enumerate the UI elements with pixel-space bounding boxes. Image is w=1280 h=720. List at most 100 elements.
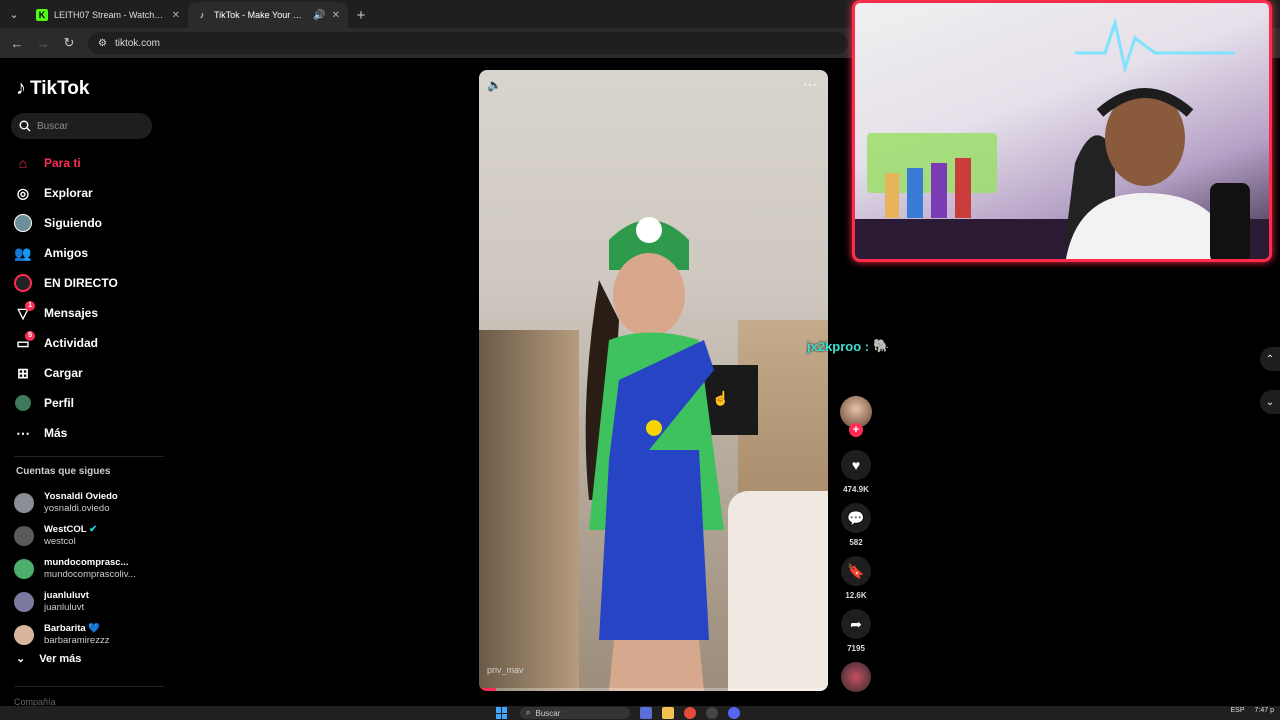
close-tab-icon[interactable]: ✕ <box>172 10 180 21</box>
tab-title: TikTok - Make Your Day <box>214 10 308 20</box>
follow-plus-icon[interactable]: + <box>849 423 863 437</box>
more-options-icon[interactable]: ⋯ <box>803 76 818 93</box>
nav-label: Para ti <box>44 156 81 170</box>
streamer-webcam-overlay <box>852 0 1272 262</box>
reload-button[interactable]: ↻ <box>58 32 80 54</box>
nav-item-mas[interactable]: ⋯ Más <box>14 418 164 448</box>
stream-chat-message: jx2kproo : 🐘 <box>807 338 889 354</box>
nav-item-siguiendo[interactable]: Siguiendo <box>14 208 164 238</box>
following-avatar-icon <box>14 214 32 232</box>
video-player[interactable]: 🔈 ⋯ priv_mav <box>479 70 828 691</box>
windows-taskbar: ⌕ Buscar ESP 7:47 p <box>0 706 1280 720</box>
home-icon: ⌂ <box>18 155 28 171</box>
upload-icon: ⊞ <box>17 364 29 381</box>
share-icon: ➦ <box>850 615 862 632</box>
compass-icon: ◎ <box>16 184 30 201</box>
profile-icon <box>14 394 32 412</box>
account-handle: westcol <box>44 535 76 547</box>
nav-item-amigos[interactable]: 👥 Amigos <box>14 238 164 268</box>
site-info-icon[interactable]: ⚙ <box>98 38 107 49</box>
chevron-down-icon: ⌄ <box>16 653 26 665</box>
music-disc-icon[interactable] <box>841 662 871 692</box>
nav-label: Mensajes <box>44 306 99 320</box>
activity-icon: ▭ 5 <box>14 331 35 352</box>
nav-item-para-ti[interactable]: ⌂ Para ti <box>14 148 164 178</box>
url-text: tiktok.com <box>114 37 160 49</box>
friends-icon: 👥 <box>14 244 32 261</box>
tiktok-logo-icon: ♪ <box>16 77 26 99</box>
heart-icon: ♥ <box>851 457 861 473</box>
kick-icon: K <box>36 9 48 21</box>
nav-label: Actividad <box>44 336 99 350</box>
avatar <box>14 525 34 546</box>
nav-item-explorar[interactable]: ◎ Explorar <box>14 178 164 208</box>
save-button[interactable]: 🔖 <box>841 556 871 586</box>
clock[interactable]: 7:47 p <box>1255 707 1274 714</box>
url-field[interactable]: ⚙ tiktok.com <box>88 32 848 54</box>
video-author-handle[interactable]: priv_mav <box>487 665 524 675</box>
video-progress-bar[interactable] <box>479 688 828 691</box>
collectible-figures <box>885 158 971 218</box>
creator-avatar[interactable]: + <box>840 396 872 437</box>
account-handle: barbaramirezzz <box>44 634 110 646</box>
obs-icon[interactable] <box>706 707 718 719</box>
chrome-icon[interactable] <box>684 707 696 719</box>
nav-label: Explorar <box>44 186 93 200</box>
search-input[interactable]: Buscar <box>11 113 152 139</box>
nav-item-perfil[interactable]: Perfil <box>14 388 164 418</box>
share-button[interactable]: ➦ <box>841 609 871 639</box>
account-handle: yosnaldi.oviedo <box>44 502 110 514</box>
chevron-down-icon: ⌄ <box>1265 396 1275 408</box>
taskbar-search[interactable]: ⌕ Buscar <box>520 707 630 719</box>
like-button[interactable]: ♥ <box>841 450 871 480</box>
back-button[interactable]: ← <box>6 32 28 54</box>
account-name: WestCOL <box>44 523 87 535</box>
video-progress-fill <box>479 688 497 691</box>
tab-search-button[interactable]: ⌄ <box>0 0 28 28</box>
verified-icon: ✔ <box>89 523 98 535</box>
forward-button[interactable]: → <box>32 32 54 54</box>
nav-item-mensajes[interactable]: ▽ 1 Mensajes <box>14 298 164 328</box>
tab-title: LEITH07 Stream - Watch Live o <box>54 10 166 20</box>
speaker-icon[interactable]: 🔊 <box>313 10 325 21</box>
avatar <box>14 591 34 612</box>
taskbar-search-label: Buscar <box>535 708 561 718</box>
volume-icon[interactable]: 🔈 <box>487 78 502 92</box>
see-more-button[interactable]: ⌄ Ver más <box>16 652 81 666</box>
following-section-title: Cuentas que sigues <box>16 466 111 477</box>
followed-account[interactable]: juanluluvt juanluluvt <box>14 585 164 618</box>
previous-video-button[interactable]: ⌃ <box>1260 347 1280 371</box>
activity-badge: 5 <box>25 331 35 341</box>
new-tab-button[interactable]: + <box>348 2 374 28</box>
followed-account[interactable]: Yosnaldi Oviedo yosnaldi.oviedo <box>14 486 164 519</box>
nav-item-en-directo[interactable]: EN DIRECTO <box>14 268 164 298</box>
next-video-button[interactable]: ⌄ <box>1260 390 1280 414</box>
tiktok-logo[interactable]: ♪ TikTok <box>16 77 89 100</box>
share-count: 7195 <box>847 644 865 653</box>
account-name: mundocomprasc... <box>44 556 129 568</box>
comment-icon: 💬 <box>847 509 865 526</box>
avatar <box>14 624 34 645</box>
discord-icon[interactable] <box>728 707 740 719</box>
browser-tab-tiktok[interactable]: ♪ TikTok - Make Your Day 🔊 ✕ <box>188 2 348 28</box>
nav-label: Amigos <box>44 246 89 260</box>
followed-account[interactable]: Barbarita 💙 barbaramirezzz <box>14 618 164 651</box>
nav-item-cargar[interactable]: ⊞ Cargar <box>14 358 164 388</box>
comment-button[interactable]: 💬 <box>841 503 871 533</box>
followed-account[interactable]: mundocomprasc... mundocomprascoliv... <box>14 552 164 585</box>
comment-count: 582 <box>849 538 863 547</box>
taskbar-apps <box>640 707 740 719</box>
mouse-cursor-icon: ☝ <box>712 390 730 406</box>
nav-label: Más <box>44 426 68 440</box>
nav-item-actividad[interactable]: ▭ 5 Actividad <box>14 328 164 358</box>
close-tab-icon[interactable]: ✕ <box>332 10 340 21</box>
account-handle: mundocomprascoliv... <box>44 568 136 580</box>
windows-start-icon[interactable] <box>496 707 508 719</box>
sidebar-nav: ⌂ Para ti ◎ Explorar Siguiendo 👥 Amigos … <box>14 148 164 448</box>
browser-tab-kick[interactable]: K LEITH07 Stream - Watch Live o ✕ <box>28 2 188 28</box>
language-indicator[interactable]: ESP <box>1231 707 1245 714</box>
store-icon[interactable] <box>640 707 652 719</box>
followed-account[interactable]: WestCOL ✔ westcol <box>14 519 164 552</box>
avatar <box>14 492 34 513</box>
folder-icon[interactable] <box>662 707 674 719</box>
